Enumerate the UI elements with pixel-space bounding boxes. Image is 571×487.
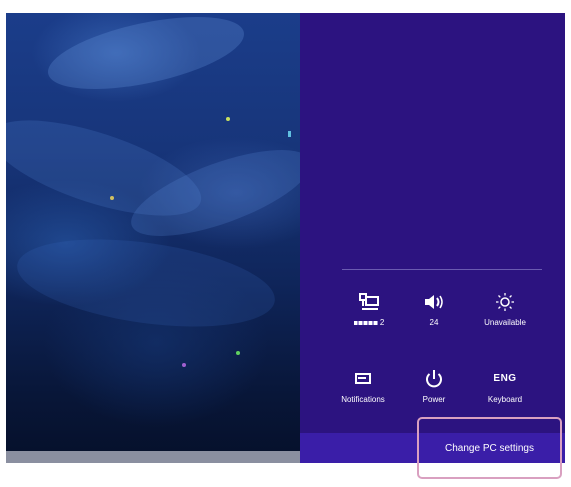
- network-tile[interactable]: 2: [334, 292, 404, 327]
- power-label: Power: [422, 395, 446, 404]
- power-tile[interactable]: Power: [399, 369, 469, 404]
- network-count: 2: [379, 318, 385, 327]
- brightness-icon: [496, 293, 514, 311]
- notifications-tile[interactable]: Notifications: [328, 369, 398, 404]
- keyboard-tile[interactable]: ENG Keyboard: [470, 369, 540, 404]
- wallpaper-dot: [110, 196, 114, 200]
- brightness-label: Unavailable: [484, 318, 526, 327]
- volume-tile[interactable]: 24: [399, 292, 469, 327]
- settings-charm-panel: 2 24 Unavailable Notifications Power ENG…: [300, 13, 565, 479]
- quick-settings-divider: [342, 269, 542, 270]
- wallpaper-highlight: [41, 13, 251, 104]
- notifications-label: Notifications: [341, 395, 385, 404]
- keyboard-label: Keyboard: [487, 395, 523, 404]
- change-pc-settings-label: Change PC settings: [445, 442, 534, 454]
- power-icon: [426, 370, 442, 388]
- network-label: 2: [334, 318, 404, 327]
- wallpaper-bottom-strip: [6, 451, 300, 463]
- wallpaper-dot: [288, 131, 291, 137]
- wallpaper-dot: [182, 363, 186, 367]
- wallpaper-dot: [226, 117, 230, 121]
- wallpaper-highlight: [11, 225, 281, 341]
- wallpaper-dot: [236, 351, 240, 355]
- notifications-icon: [355, 373, 371, 384]
- keyboard-language-glyph: ENG: [493, 373, 517, 384]
- speaker-icon: [425, 295, 443, 309]
- masked-network-name: [353, 321, 378, 325]
- network-icon: [359, 293, 379, 310]
- change-pc-settings-button[interactable]: Change PC settings: [417, 417, 562, 479]
- volume-label: 24: [429, 318, 439, 327]
- brightness-tile[interactable]: Unavailable: [470, 292, 540, 327]
- desktop-wallpaper: [6, 13, 300, 463]
